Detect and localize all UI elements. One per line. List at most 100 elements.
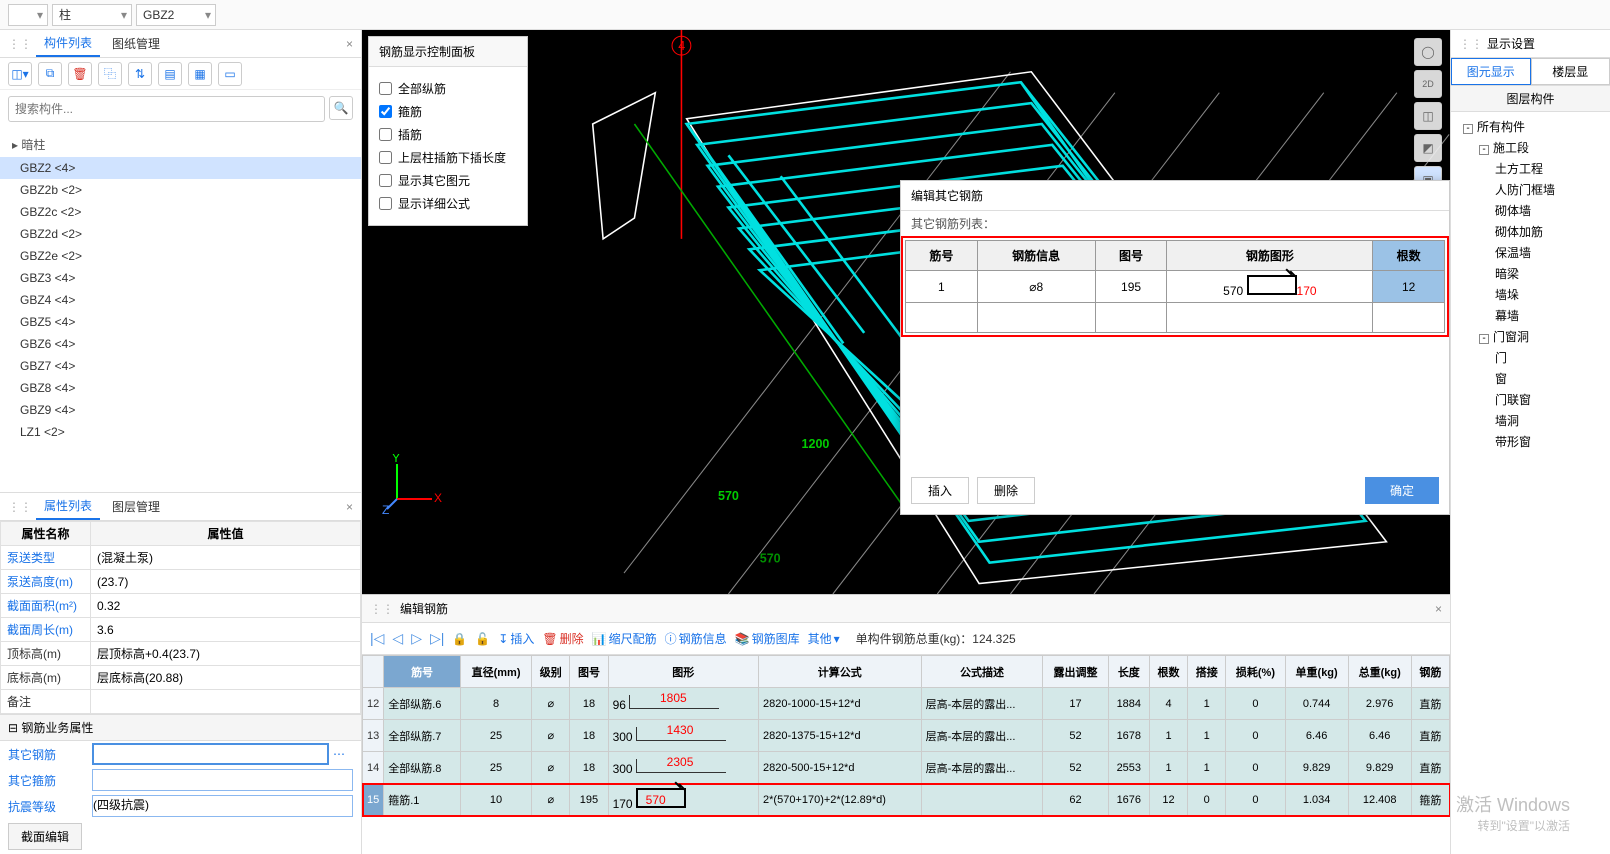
checkbox[interactable] [379,105,392,118]
new-button[interactable]: ◫▾ [8,62,32,86]
tab-properties[interactable]: 属性列表 [36,493,100,520]
tree-item[interactable]: 门联窗 [1455,389,1606,410]
next-icon[interactable]: ▷ [411,630,422,647]
view-2d-icon[interactable]: 2D [1414,70,1442,98]
tree-item[interactable]: 墙洞 [1455,410,1606,431]
component-item[interactable]: GBZ7 <4> [0,355,361,377]
delete-button[interactable]: 🗑 删除 [542,630,583,647]
gj-input[interactable] [92,769,353,791]
sort-button[interactable]: ▤ [158,62,182,86]
delete-button[interactable]: 🗑 [68,62,92,86]
tree-item[interactable]: 保温墙 [1455,242,1606,263]
drag-handle-icon[interactable]: ⋮⋮ [8,500,32,514]
checkbox[interactable] [379,82,392,95]
checkbox[interactable] [379,197,392,210]
table-row[interactable]: 14全部纵筋.825⌀18300 23052820-500-15+12*d层高-… [363,752,1450,784]
close-icon[interactable]: × [346,37,353,51]
copy-button[interactable]: ⧉ [38,62,62,86]
col-header[interactable]: 级别 [532,656,570,688]
prop-value[interactable]: 3.6 [91,618,361,642]
unlock-icon[interactable]: 🔓 [475,632,490,646]
table-row[interactable]: 12全部纵筋.68⌀1896 18052820-1000-15+12*d层高-本… [363,688,1450,720]
col-header[interactable]: 公式描述 [921,656,1043,688]
drag-handle-icon[interactable]: ⋮⋮ [8,37,32,51]
tab-drawing-mgmt[interactable]: 图纸管理 [104,31,168,56]
prop-value[interactable]: 层底标高(20.88) [91,666,361,690]
component-item[interactable]: GBZ9 <4> [0,399,361,421]
col-header[interactable]: 长度 [1108,656,1149,688]
component-item[interactable]: GBZ8 <4> [0,377,361,399]
col-header[interactable]: 图号 [570,656,608,688]
drag-handle-icon[interactable]: ⋮⋮ [370,602,394,616]
prop-value[interactable] [91,690,361,714]
prop-value[interactable]: 层顶标高+0.4(23.7) [91,642,361,666]
col-header[interactable]: 根数 [1373,241,1445,271]
col-header[interactable]: 钢筋图形 [1167,241,1373,271]
dropdown-component[interactable]: GBZ2 [136,4,216,26]
tree-category[interactable]: ▸ 暗柱 [0,132,361,157]
col-header[interactable]: 露出调整 [1043,656,1108,688]
more-icon[interactable]: ⋯ [333,747,353,761]
col-header[interactable]: 搭接 [1188,656,1226,688]
prop-value[interactable]: (23.7) [91,570,361,594]
insert-button[interactable]: 插入 [911,477,969,504]
insert-button[interactable]: ↧ 插入 [498,630,534,647]
search-button[interactable]: 🔍 [329,96,353,120]
filter-button[interactable]: ▦ [188,62,212,86]
delete-button[interactable]: 删除 [977,477,1035,504]
other-dropdown[interactable]: 其他 ▾ [808,630,840,647]
checkbox[interactable] [379,151,392,164]
layer-copy-button[interactable]: ⿻ [98,62,122,86]
3d-viewport[interactable]: 4 570 1200 570 钢 [362,30,1450,594]
col-header[interactable]: 根数 [1149,656,1187,688]
view-cube-icon[interactable]: ◫ [1414,102,1442,130]
tree-item[interactable]: -施工段 [1455,137,1606,158]
checkbox[interactable] [379,174,392,187]
component-item[interactable]: GBZ2e <2> [0,245,361,267]
close-icon[interactable]: × [1435,602,1442,616]
table-row[interactable]: 13全部纵筋.725⌀18300 14302820-1375-15+12*d层高… [363,720,1450,752]
tree-item[interactable]: 土方工程 [1455,158,1606,179]
table-row[interactable]: 15箍筋.110⌀195170 5702*(570+170)+2*(12.89*… [363,784,1450,816]
col-header[interactable]: 筋号 [384,656,461,688]
search-input[interactable] [8,96,325,122]
prev-icon[interactable]: ◁ [392,630,403,647]
tree-item[interactable]: -门窗洞 [1455,326,1606,347]
tab-layer-mgmt[interactable]: 图层管理 [104,494,168,519]
col-header[interactable]: 损耗(%) [1226,656,1285,688]
ok-button[interactable]: 确定 [1365,477,1439,504]
tree-item[interactable]: 砌体墙 [1455,200,1606,221]
expand-icon[interactable]: - [1479,334,1489,344]
col-header[interactable]: 钢筋信息 [977,241,1095,271]
component-item[interactable]: LZ1 <2> [0,421,361,443]
tree-item[interactable]: 窗 [1455,368,1606,389]
col-header[interactable]: 总重(kg) [1348,656,1411,688]
component-item[interactable]: GBZ5 <4> [0,311,361,333]
tree-item[interactable]: 人防门框墙 [1455,179,1606,200]
dropdown-type[interactable]: 柱 [52,4,132,26]
close-icon[interactable]: × [346,500,353,514]
scale-button[interactable]: 📊 缩尺配筋 [592,630,657,647]
component-item[interactable]: GBZ2d <2> [0,223,361,245]
col-header[interactable]: 图号 [1095,241,1167,271]
dropdown-1[interactable] [8,4,48,26]
expand-icon[interactable]: - [1463,124,1473,134]
gj-input[interactable]: (四级抗震) [92,795,353,817]
col-header[interactable]: 筋号 [906,241,978,271]
tab-floor-display[interactable]: 楼层显 [1531,58,1610,85]
tab-element-display[interactable]: 图元显示 [1451,58,1531,85]
component-item[interactable]: GBZ3 <4> [0,267,361,289]
checkbox[interactable] [379,128,392,141]
library-button[interactable]: 📚 钢筋图库 [735,630,800,647]
view-iso-icon[interactable]: ◩ [1414,134,1442,162]
component-item[interactable]: GBZ4 <4> [0,289,361,311]
lock-icon[interactable]: 🔒 [452,632,467,646]
rebar-section-header[interactable]: ⊟ 钢筋业务属性 [0,714,361,741]
col-header[interactable]: 钢筋 [1411,656,1449,688]
section-edit-button[interactable]: 截面编辑 [8,823,82,850]
gj-input[interactable] [92,743,329,765]
table-row[interactable]: 1 ⌀8 195 570 170 12 [906,271,1445,303]
component-item[interactable]: GBZ6 <4> [0,333,361,355]
col-header[interactable]: 图形 [608,656,758,688]
component-item[interactable]: GBZ2b <2> [0,179,361,201]
